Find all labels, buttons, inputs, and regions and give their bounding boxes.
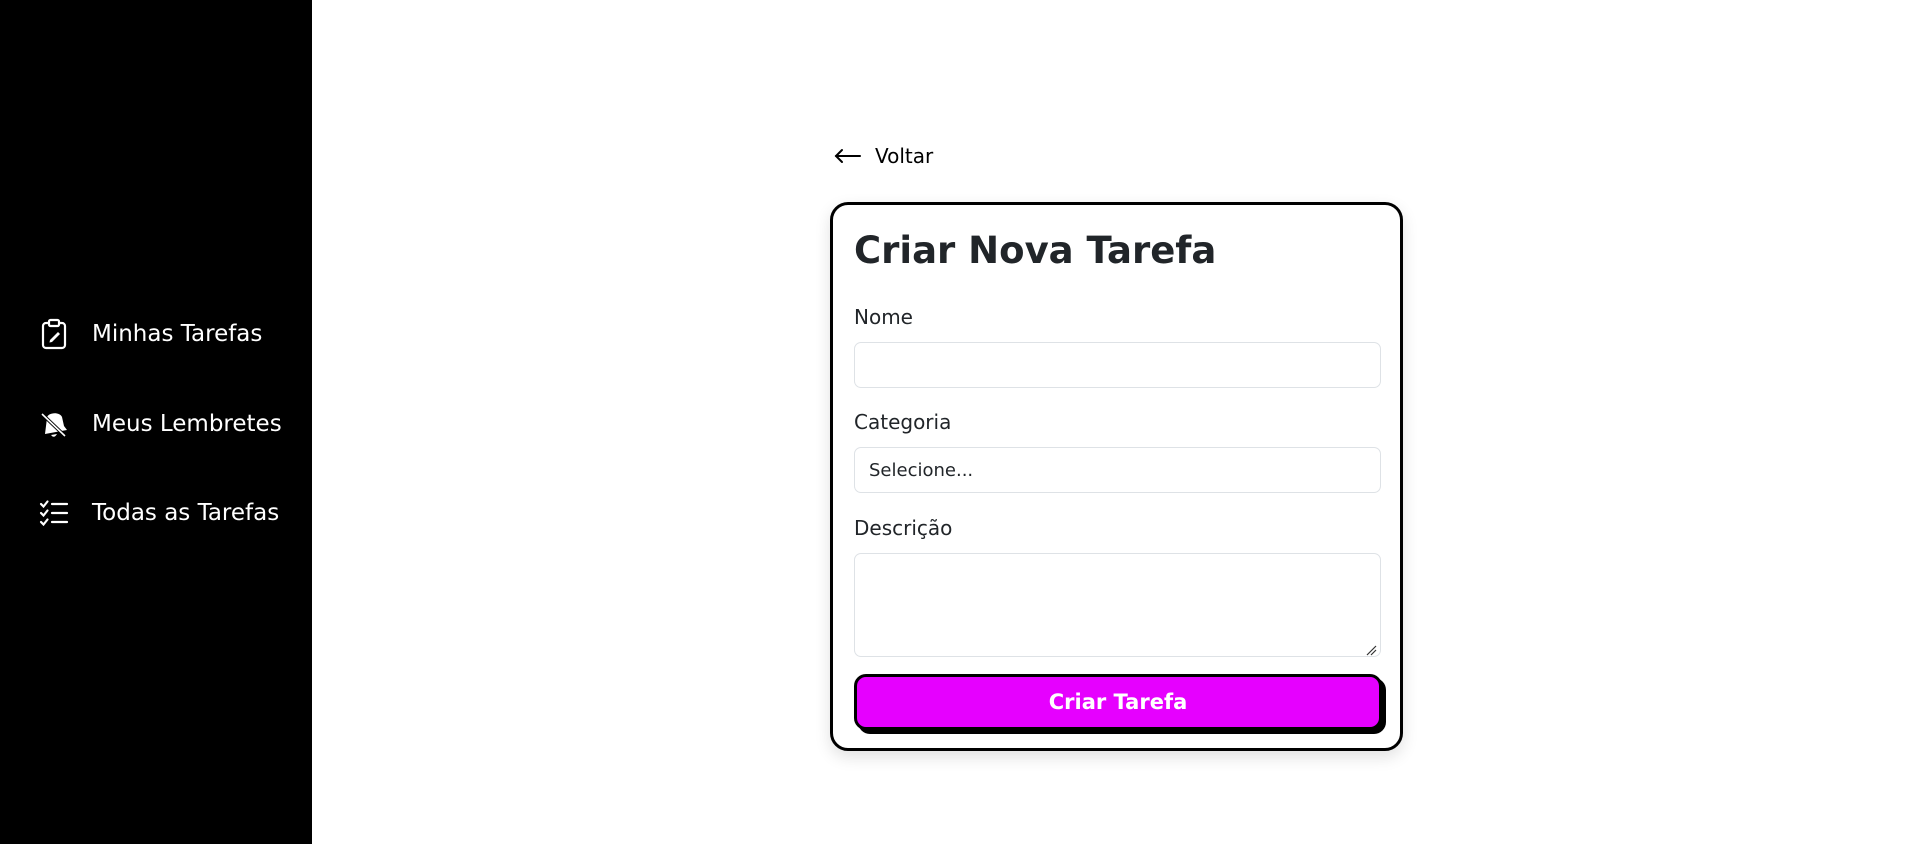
sidebar-item-meus-lembretes[interactable]: Meus Lembretes	[38, 404, 282, 444]
description-textarea[interactable]	[854, 553, 1381, 657]
clipboard-check-icon	[38, 318, 70, 350]
sidebar-item-todas-as-tarefas[interactable]: Todas as Tarefas	[38, 493, 279, 533]
sidebar-item-minhas-tarefas[interactable]: Minhas Tarefas	[38, 314, 262, 354]
category-select[interactable]: Selecione...	[854, 447, 1381, 493]
page-title: Criar Nova Tarefa	[854, 229, 1217, 272]
category-label: Categoria	[854, 410, 952, 434]
category-selected-value: Selecione...	[869, 459, 974, 481]
resize-grip-icon[interactable]	[1365, 641, 1377, 660]
description-label: Descrição	[854, 516, 953, 540]
list-check-icon	[38, 497, 70, 529]
back-label: Voltar	[875, 144, 934, 168]
back-link[interactable]: Voltar	[833, 142, 933, 170]
sidebar-item-label: Todas as Tarefas	[92, 500, 280, 526]
sidebar-item-label: Meus Lembretes	[92, 411, 282, 437]
arrow-left-icon	[833, 142, 863, 170]
create-task-card: Criar Nova Tarefa Nome Categoria Selecio…	[830, 202, 1403, 751]
sidebar-item-label: Minhas Tarefas	[92, 321, 263, 347]
name-input[interactable]	[854, 342, 1381, 388]
bell-slash-icon	[38, 408, 70, 440]
create-task-button[interactable]: Criar Tarefa	[854, 674, 1382, 730]
sidebar: Minhas Tarefas Meus Lembretes Todas as T…	[0, 0, 312, 844]
app: Minhas Tarefas Meus Lembretes Todas as T…	[0, 0, 1909, 844]
name-label: Nome	[854, 305, 913, 329]
